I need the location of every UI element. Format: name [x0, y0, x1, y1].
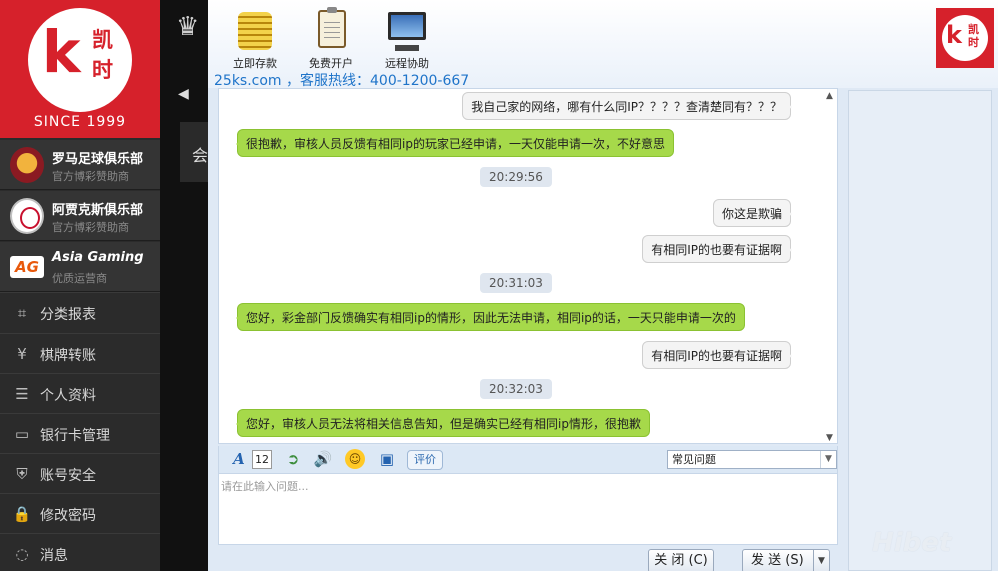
brand-logo-small: k 凯 时: [936, 8, 994, 68]
agent-message: 您好，审核人员无法将相关信息告知，但是确实已经有相同ip情形，很抱歉: [236, 409, 650, 437]
agent-message: 您好，彩金部门反馈确实有相同ip的情形，因此无法申请，相同ip的话，一天只能申请…: [236, 303, 745, 331]
font-size-field[interactable]: 12: [252, 450, 272, 469]
font-icon[interactable]: A: [229, 449, 249, 470]
ag-logo-icon: AG: [10, 256, 44, 278]
menu-label: 分类报表: [40, 307, 96, 323]
menu-item-messages[interactable]: ◌ 消息: [0, 533, 160, 571]
sponsor-roma[interactable]: 罗马足球俱乐部 官方博彩赞助商: [0, 140, 160, 190]
timestamp: 20:32:03: [480, 379, 552, 399]
profile-icon: ☰: [15, 385, 29, 403]
user-message: 你这是欺骗: [712, 199, 793, 227]
scrollbar[interactable]: ▲ ▼: [823, 89, 837, 443]
sidebar: k 凯 时 SINCE 1999 罗马足球俱乐部 官方博彩赞助商 阿贾克斯俱乐部…: [0, 0, 160, 571]
background-text: 会: [180, 122, 210, 182]
chevron-down-icon: ▼: [820, 451, 836, 468]
message-list[interactable]: 我自己家的网络，哪有什么同IP？？？？查清楚同有？？？ 很抱歉，审核人员反馈有相…: [218, 88, 838, 444]
side-panel: [848, 90, 992, 571]
menu-item-bank-card[interactable]: ▭ 银行卡管理: [0, 413, 160, 453]
crown-icon: ♛: [176, 12, 200, 42]
scroll-down-icon[interactable]: ▼: [826, 433, 833, 443]
yen-transfer-icon: ¥: [17, 345, 27, 363]
sound-icon[interactable]: 🔊: [313, 449, 333, 470]
faq-selected: 常见问题: [672, 453, 716, 466]
agent-message: 很抱歉，审核人员反馈有相同ip的玩家已经申请，一天仅能申请一次，不好意思: [236, 129, 674, 157]
logo-char-1: 凯: [968, 23, 979, 36]
shield-icon: ⛨: [16, 465, 28, 483]
timestamp: 20:31:03: [480, 273, 552, 293]
hotline-text: 25ks.com ，客服热线：400-1200-667: [214, 73, 470, 89]
sponsor-sub: 优质运营商: [52, 272, 107, 285]
remote-assist-button[interactable]: 远程协助: [374, 6, 440, 71]
send-button[interactable]: 发 送 (S) ▼: [742, 549, 830, 571]
close-button[interactable]: 关 闭 (C): [648, 549, 714, 571]
menu-item-password[interactable]: 🔒 修改密码: [0, 493, 160, 533]
remote-label: 远程协助: [385, 57, 429, 70]
chat-window: 立即存款 免费开户 远程协助 25ks.com ，客服热线：400-1200-6…: [208, 0, 998, 571]
logo-char-2: 时: [92, 58, 113, 82]
sponsor-asia-gaming[interactable]: AG Asia Gaming 优质运营商: [0, 242, 160, 292]
ajax-badge-icon: [10, 198, 44, 234]
send-file-icon[interactable]: ➲: [283, 449, 303, 470]
chat-toolbar: 立即存款 免费开户 远程协助 25ks.com ，客服热线：400-1200-6…: [208, 0, 998, 89]
menu-item-transfer[interactable]: ¥ 棋牌转账: [0, 333, 160, 373]
menu-item-report[interactable]: ⌗ 分类报表: [0, 292, 160, 332]
menu-item-security[interactable]: ⛨ 账号安全: [0, 453, 160, 493]
emoji-icon[interactable]: ☺: [345, 449, 365, 469]
logo-letter: k: [946, 21, 962, 49]
message-input[interactable]: 请在此输入问题...: [218, 473, 838, 545]
faq-select[interactable]: 常见问题 ▼: [667, 450, 837, 469]
user-message: 有相同IP的也要有证据啊: [642, 341, 792, 369]
user-message: 有相同IP的也要有证据啊: [642, 235, 792, 263]
timestamp: 20:29:56: [480, 167, 552, 187]
logo-letter: k: [42, 18, 81, 86]
sponsor-name: 阿贾克斯俱乐部: [52, 203, 144, 218]
brand-logo[interactable]: k 凯 时 SINCE 1999: [0, 0, 160, 138]
register-label: 免费开户: [309, 57, 353, 70]
lock-icon: 🔒: [12, 505, 32, 523]
logo-circle: k 凯 时: [28, 8, 132, 112]
message-icon: ◌: [15, 545, 29, 563]
since-text: SINCE 1999: [33, 114, 127, 130]
menu-label: 修改密码: [40, 508, 96, 524]
coins-icon: [232, 6, 278, 52]
user-message: 我自己家的网络，哪有什么同IP？？？？查清楚同有？？？: [462, 92, 792, 120]
speaker-icon: ◀: [178, 86, 189, 102]
rate-button[interactable]: 评价: [407, 450, 443, 470]
scroll-up-icon[interactable]: ▲: [826, 91, 833, 101]
report-icon: ⌗: [17, 304, 27, 322]
menu-item-profile[interactable]: ☰ 个人资料: [0, 373, 160, 413]
chevron-down-icon[interactable]: ▼: [813, 550, 829, 571]
menu-label: 银行卡管理: [40, 428, 110, 444]
logo-circle: k 凯 时: [942, 15, 988, 61]
register-button[interactable]: 免费开户: [298, 6, 364, 71]
input-toolbar: A 12 ➲ 🔊 ☺ ▣ 评价 常见问题 ▼: [218, 446, 838, 473]
send-label: 发 送 (S): [751, 553, 804, 568]
bank-card-icon: ▭: [14, 425, 30, 443]
deposit-label: 立即存款: [233, 57, 277, 70]
monitor-icon: [384, 6, 430, 52]
logo-char-2: 时: [968, 36, 979, 49]
roma-badge-icon: [10, 147, 44, 183]
menu-label: 账号安全: [40, 468, 96, 484]
watermark: Hibet: [872, 528, 952, 558]
clipboard-icon: [308, 6, 354, 52]
sponsor-name: Asia Gaming: [52, 250, 144, 265]
sponsor-name: 罗马足球俱乐部: [52, 152, 144, 167]
screenshot-icon[interactable]: ▣: [377, 449, 397, 470]
sponsor-sub: 官方博彩赞助商: [52, 170, 129, 183]
sponsor-sub: 官方博彩赞助商: [52, 221, 129, 234]
deposit-button[interactable]: 立即存款: [222, 6, 288, 71]
menu-label: 消息: [40, 548, 68, 564]
menu-label: 棋牌转账: [40, 348, 96, 364]
menu-label: 个人资料: [40, 388, 96, 404]
sponsor-ajax[interactable]: 阿贾克斯俱乐部 官方博彩赞助商: [0, 191, 160, 241]
logo-char-1: 凯: [92, 28, 113, 52]
